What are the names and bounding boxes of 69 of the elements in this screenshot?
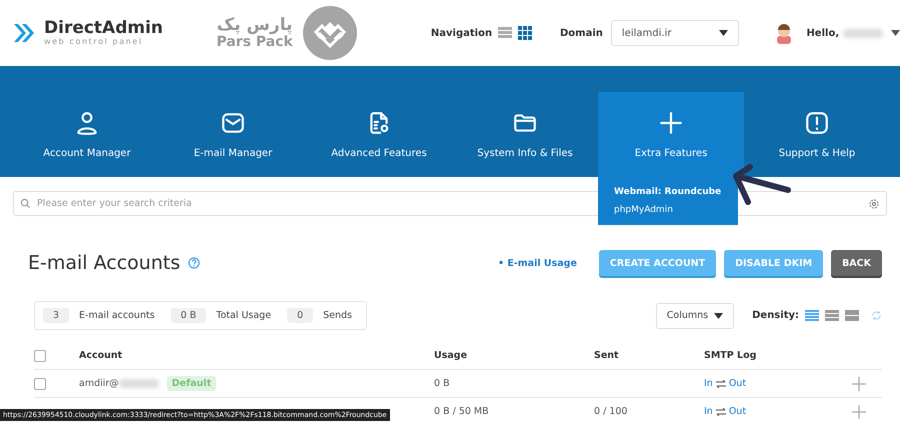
logo-name: DirectAdmin: [44, 20, 164, 37]
nav-tile-label: Support & Help: [778, 148, 856, 159]
domain-label: Domain: [560, 28, 603, 38]
column-header: Account: [79, 350, 124, 361]
nav-tile-label: Advanced Features: [331, 148, 427, 159]
expand-icon[interactable]: [852, 376, 866, 390]
redacted-text: [118, 379, 159, 388]
domain-select[interactable]: leilamdi.ir: [610, 20, 739, 46]
checkbox[interactable]: [34, 350, 46, 362]
column-header: Usage: [434, 350, 468, 361]
list-view-icon[interactable]: [498, 27, 512, 39]
table-cell-text: 0 B / 50 MB: [434, 406, 490, 417]
log-link[interactable]: Out: [728, 378, 746, 389]
table-cell: 0 / 100: [594, 406, 628, 417]
columns-button[interactable]: Columns: [656, 302, 734, 328]
help-icon[interactable]: [188, 257, 200, 269]
nav-tile-label: Extra Features: [634, 148, 708, 159]
logo-tagline: web control panel: [44, 37, 144, 46]
column-header: SMTP Log: [704, 350, 758, 361]
grid-view-icon[interactable]: [518, 26, 532, 40]
swap-icon: [716, 408, 726, 416]
checkbox[interactable]: [34, 378, 46, 390]
nav-tile[interactable]: Advanced Features: [306, 92, 452, 177]
stat-label: Total Usage: [216, 310, 272, 321]
nav-tile[interactable]: Account Manager: [14, 92, 160, 177]
refresh-icon[interactable]: [871, 310, 882, 321]
settings-icon[interactable]: [868, 198, 880, 210]
search-icon: [20, 198, 31, 209]
stat-label: E-mail accounts: [79, 310, 155, 321]
log-link[interactable]: Out: [728, 406, 746, 417]
density-option-icon[interactable]: [845, 310, 859, 322]
log-link[interactable]: In: [704, 406, 713, 417]
density-label: Density:: [752, 310, 799, 321]
table-cell-text: 0 B: [434, 378, 451, 389]
redacted-username: [843, 28, 884, 38]
density-option-icon[interactable]: [805, 310, 819, 322]
caret-icon: [718, 30, 728, 36]
partner-logo-icon: [302, 6, 357, 60]
nav-tile-label: System Info & Files: [477, 148, 573, 159]
stat-value: 0: [287, 308, 314, 323]
account-name: amdiir@: [79, 378, 119, 389]
plus-icon: [658, 110, 684, 136]
alert-icon: [804, 110, 830, 136]
menu-link[interactable]: phpMyAdmin: [614, 203, 673, 217]
stat-value: 0 B: [170, 308, 206, 323]
navigation-label: Navigation: [430, 28, 492, 38]
nav-tile[interactable]: E-mail Manager: [160, 92, 306, 177]
swap-icon: [716, 380, 726, 388]
caret-icon[interactable]: [891, 30, 900, 36]
annotation-arrow: [730, 164, 792, 206]
user-greeting: Hello,: [806, 28, 840, 38]
stat-label: Sends: [323, 310, 352, 321]
email-usage-link[interactable]: • E-mail Usage: [498, 258, 577, 268]
avatar-icon: [774, 22, 792, 44]
log-link[interactable]: In: [704, 378, 713, 389]
partner-logo-persian: پارس پک: [216, 16, 293, 34]
column-header: Sent: [594, 350, 620, 361]
page-title: E-mail Accounts: [28, 252, 180, 274]
default-badge: Default: [166, 376, 216, 391]
nav-tile-label: Account Manager: [43, 148, 131, 159]
action-button[interactable]: BACK: [831, 250, 882, 276]
nav-tile[interactable]: Support & Help: [744, 92, 890, 177]
partner-logo-name: Pars Pack: [216, 34, 293, 50]
expand-icon[interactable]: [852, 404, 866, 418]
density-option-icon[interactable]: [825, 310, 839, 322]
caret-icon: [714, 312, 724, 318]
stat-value: 3: [43, 308, 70, 323]
nav-tile[interactable]: System Info & Files: [452, 92, 598, 177]
nav-tile-label: E-mail Manager: [194, 148, 272, 159]
